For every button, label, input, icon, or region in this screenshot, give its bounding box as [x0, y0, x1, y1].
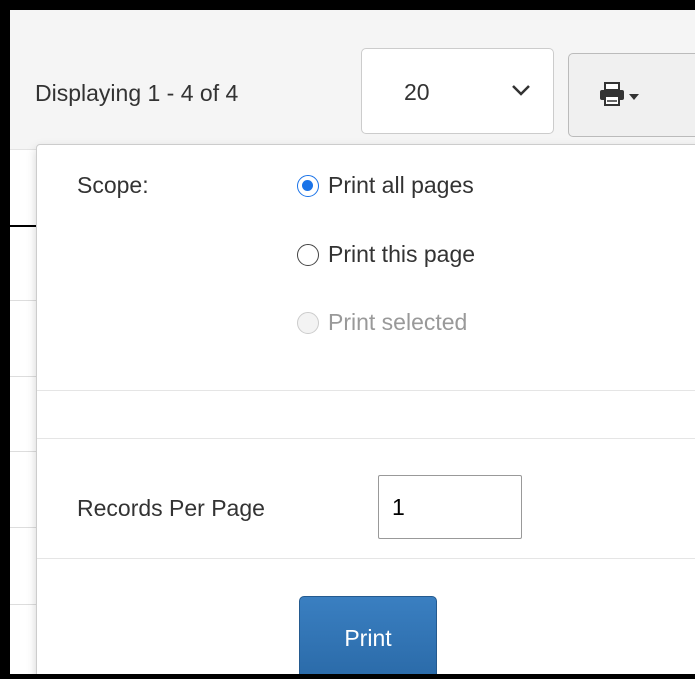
scope-label: Scope: — [77, 172, 149, 198]
print-menu-button[interactable] — [568, 53, 695, 137]
grid-row-line — [10, 376, 38, 377]
window: Displaying 1 - 4 of 4 20 Scope: Print al… — [10, 10, 695, 674]
grid-row-line — [10, 527, 38, 528]
page-size-value: 20 — [404, 79, 430, 105]
radio-unchecked-icon[interactable] — [297, 244, 319, 266]
chevron-down-icon — [512, 85, 530, 96]
grid-toolbar: Displaying 1 - 4 of 4 20 — [10, 10, 695, 150]
option-label: Print this page — [328, 241, 476, 267]
printer-icon — [600, 82, 624, 106]
option-label: Print selected — [328, 309, 468, 335]
records-per-page-input[interactable] — [378, 475, 522, 539]
option-label: Print all pages — [328, 172, 474, 198]
records-per-page-label: Records Per Page — [77, 495, 265, 521]
grid-row-line — [10, 451, 38, 452]
radio-checked-icon[interactable] — [297, 175, 319, 197]
grid-divider — [10, 225, 38, 227]
divider — [37, 558, 695, 559]
print-options-dropdown: Scope: Print all pages Print this page P… — [36, 144, 695, 674]
grid-row-line — [10, 604, 38, 605]
page-size-select[interactable]: 20 — [361, 48, 554, 134]
paging-status: Displaying 1 - 4 of 4 — [35, 80, 239, 106]
radio-disabled-icon — [297, 312, 319, 334]
print-button[interactable]: Print — [299, 596, 437, 674]
caret-down-icon — [629, 94, 639, 100]
grid-row-line — [10, 300, 38, 301]
divider — [37, 390, 695, 391]
divider — [37, 438, 695, 439]
